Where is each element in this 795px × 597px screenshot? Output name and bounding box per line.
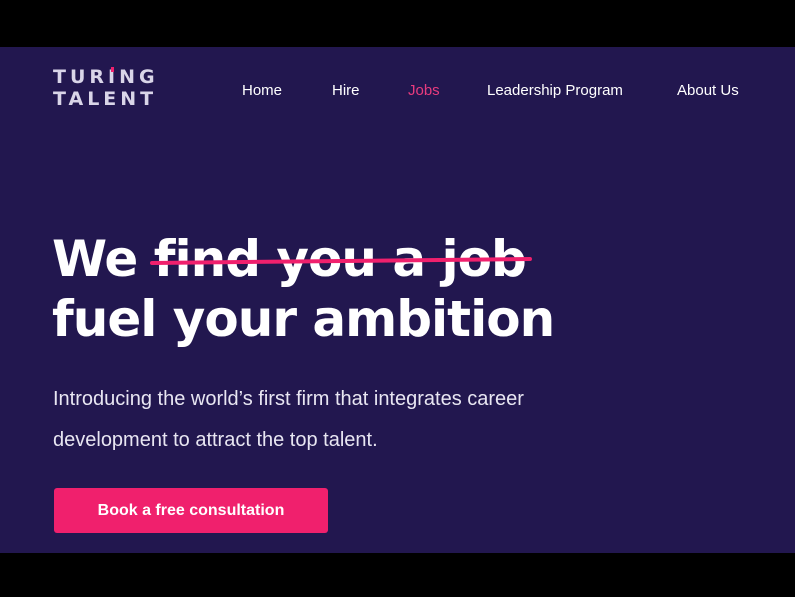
screenshot-frame: TURI NG TALENT Home Hire Jobs Leadership … bbox=[0, 0, 795, 597]
nav-item-about-us[interactable]: About Us bbox=[677, 81, 739, 101]
book-consultation-button[interactable]: Book a free consultation bbox=[54, 488, 328, 533]
hero-headline: We find you a job fuel your ambition bbox=[52, 229, 555, 349]
headline-line-2: fuel your ambition bbox=[52, 290, 555, 348]
nav-item-hire[interactable]: Hire bbox=[332, 81, 360, 101]
nav-item-home[interactable]: Home bbox=[242, 81, 282, 101]
landing-page: TURI NG TALENT Home Hire Jobs Leadership … bbox=[0, 47, 795, 553]
hero-subtitle: Introducing the world’s first firm that … bbox=[53, 379, 653, 461]
logo-accent-mark bbox=[110, 67, 114, 72]
headline-prefix: We bbox=[52, 230, 138, 288]
subtitle-line-1: Introducing the world’s first firm that … bbox=[53, 388, 524, 410]
headline-struck-text: find you a job bbox=[149, 229, 532, 289]
main-nav: Home Hire Jobs Leadership Program About … bbox=[0, 81, 795, 101]
subtitle-line-2: development to attract the top talent. bbox=[53, 429, 378, 451]
nav-item-jobs[interactable]: Jobs bbox=[408, 81, 440, 101]
nav-item-leadership-program[interactable]: Leadership Program bbox=[487, 81, 623, 101]
headline-line-1: We find you a job bbox=[52, 229, 554, 289]
